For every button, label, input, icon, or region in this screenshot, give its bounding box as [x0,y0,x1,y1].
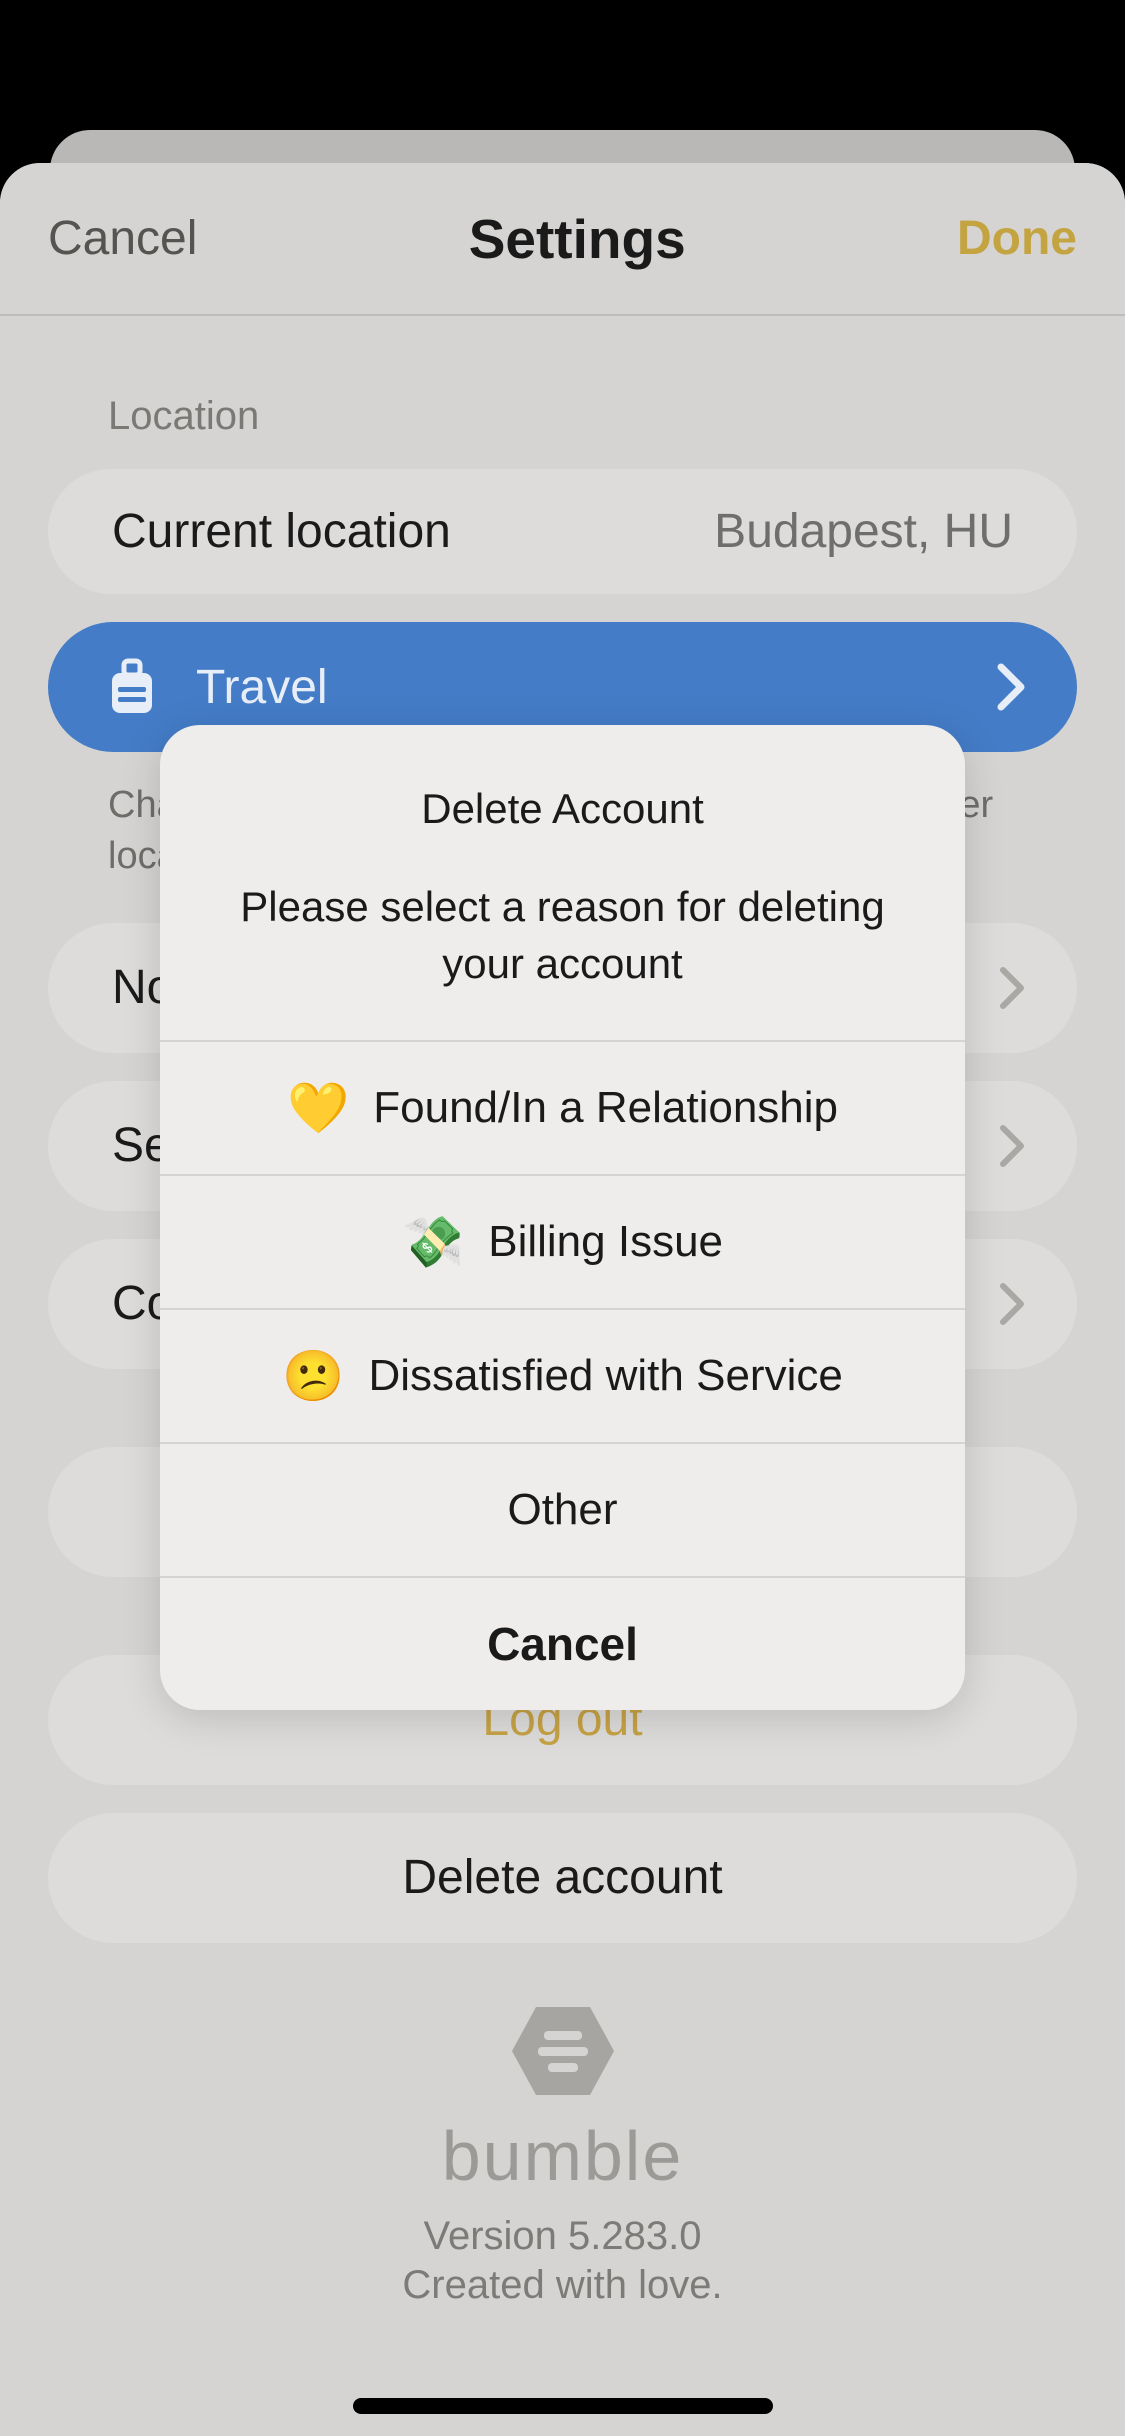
alert-cancel-button[interactable]: Cancel [160,1578,965,1710]
location-section-label: Location [48,356,1077,469]
alert-option-label: Dissatisfied with Service [368,1351,842,1401]
bumble-logo-icon [48,2001,1077,2106]
money-icon: 💸 [402,1213,464,1272]
version-text: Version 5.283.0 [48,2214,1077,2259]
alert-option-dissatisfied[interactable]: 😕 Dissatisfied with Service [160,1310,965,1442]
chevron-right-icon [999,966,1027,1010]
current-location-row[interactable]: Current location Budapest, HU [48,469,1077,594]
alert-option-label: Found/In a Relationship [373,1083,838,1133]
alert-header: Delete Account Please select a reason fo… [160,725,965,1040]
delete-account-button[interactable]: Delete account [48,1813,1077,1943]
brand-text: bumble [48,2116,1077,2196]
nav-bar: Cancel Settings Done [0,163,1125,316]
nav-done-button[interactable]: Done [957,211,1077,266]
confused-face-icon: 😕 [282,1347,344,1406]
delete-account-label: Delete account [402,1850,722,1905]
alert-option-billing[interactable]: 💸 Billing Issue [160,1176,965,1308]
alert-subtitle: Please select a reason for deleting your… [220,879,905,992]
delete-account-alert: Delete Account Please select a reason fo… [160,725,965,1710]
chevron-right-icon [999,1282,1027,1326]
alert-cancel-label: Cancel [487,1617,638,1671]
current-location-value: Budapest, HU [714,504,1013,559]
current-location-label: Current location [112,504,451,559]
alert-option-label: Billing Issue [488,1217,723,1267]
alert-option-other[interactable]: Other [160,1444,965,1576]
travel-label: Travel [196,660,328,715]
footer: bumble Version 5.283.0 Created with love… [48,1971,1077,2308]
tagline-text: Created with love. [48,2263,1077,2308]
alert-title: Delete Account [220,785,905,833]
chevron-right-icon [995,663,1027,711]
nav-cancel-button[interactable]: Cancel [48,211,197,266]
chevron-right-icon [999,1124,1027,1168]
home-indicator[interactable] [353,2398,773,2414]
heart-icon: 💛 [287,1079,349,1138]
alert-option-label: Other [507,1485,617,1535]
suitcase-icon [108,657,156,717]
nav-title: Settings [469,207,686,271]
alert-option-relationship[interactable]: 💛 Found/In a Relationship [160,1042,965,1174]
